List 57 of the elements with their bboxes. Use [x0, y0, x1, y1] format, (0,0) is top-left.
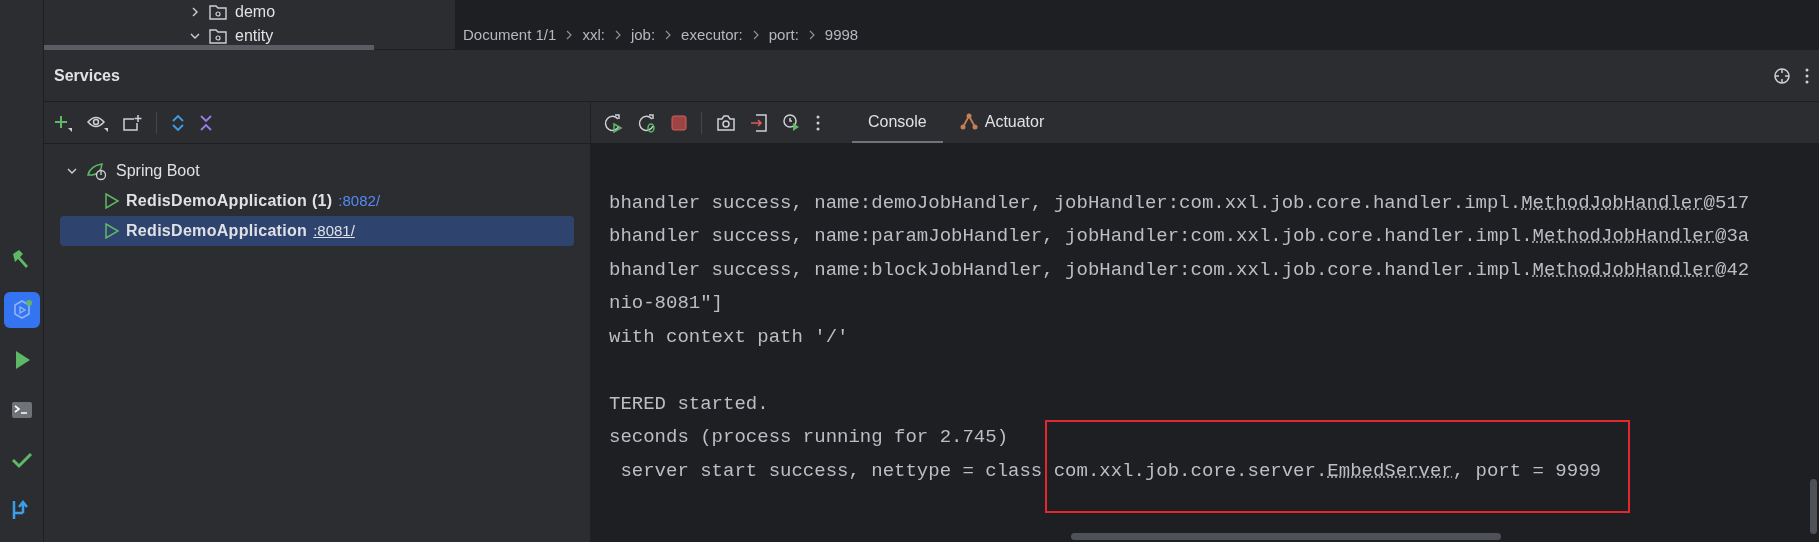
- tool-button[interactable]: [3, 292, 40, 328]
- exit-icon[interactable]: [750, 112, 768, 133]
- stop-icon[interactable]: [671, 114, 687, 131]
- class-link[interactable]: MethodJobHandler: [1532, 258, 1715, 281]
- tree-item[interactable]: Spring Boot: [116, 159, 200, 183]
- debug-icon[interactable]: [637, 112, 657, 133]
- breadcrumb-item[interactable]: 9998: [824, 24, 859, 47]
- console-line: bhandler success, name:demoJobHandler, jobHandler:com.xxl.job.core.handler.impl.MethodJobHandler@517: [609, 190, 1750, 216]
- actuator-icon: [958, 112, 979, 131]
- class-link[interactable]: MethodJobHandler: [1532, 225, 1715, 247]
- port-link[interactable]: :8082/: [338, 189, 381, 213]
- separator-icon: [808, 30, 815, 41]
- tab[interactable]: Console: [852, 102, 943, 143]
- app-name: RedisDemoApplication (1): [126, 191, 333, 211]
- add-icon[interactable]: [54, 113, 72, 132]
- leaf-power-icon: [86, 161, 108, 181]
- locate-icon[interactable]: [1773, 66, 1791, 85]
- collapse-all-icon[interactable]: [199, 113, 213, 132]
- app-name: RedisDemoApplication: [126, 221, 308, 241]
- console-line: seconds (process running for 2.745): [609, 425, 1009, 450]
- class-link[interactable]: EmbedServer: [1327, 459, 1453, 482]
- scrollbar[interactable]: [1810, 479, 1817, 534]
- port-link[interactable]: :8081/: [313, 219, 355, 243]
- breadcrumb-item[interactable]: xxl:: [582, 24, 605, 47]
- more-icon[interactable]: [1805, 67, 1809, 84]
- console-line: server start success, nettype = class com.xxl.job.core.server.EmbedServer, port = 9999: [619, 458, 1601, 484]
- rerun-icon[interactable]: [603, 112, 623, 133]
- folder-icon: [209, 4, 227, 20]
- folder-icon: [209, 28, 227, 44]
- run-icon: [104, 193, 120, 209]
- console-line: with context path '/': [609, 324, 849, 350]
- console-line: nio-8081"]: [609, 291, 724, 316]
- new-tab-icon[interactable]: [122, 113, 142, 132]
- more-icon[interactable]: [816, 114, 820, 131]
- scrollbar[interactable]: [44, 45, 374, 50]
- camera-icon[interactable]: [716, 113, 736, 132]
- console-line: bhandler success, name:paramJobHandler, jobHandler:com.xxl.job.core.handler.impl.MethodJobHandler@3a: [609, 224, 1750, 249]
- expand-all-icon[interactable]: [171, 113, 185, 132]
- separator-icon: [614, 30, 621, 41]
- console-line: TERED started.: [609, 391, 769, 417]
- separator-icon: [665, 30, 672, 41]
- separator-icon: [752, 30, 759, 41]
- run-icon: [104, 223, 120, 239]
- tab[interactable]: Actuator: [942, 102, 1061, 143]
- tree-item[interactable]: entity: [235, 24, 274, 48]
- class-link[interactable]: MethodJobHandler: [1521, 191, 1704, 214]
- breadcrumb-item[interactable]: Document 1/1: [463, 24, 557, 47]
- tree-row[interactable]: RedisDemoApplication :8081/: [60, 216, 574, 246]
- separator-icon: [566, 30, 573, 41]
- breadcrumb-item[interactable]: executor:: [681, 24, 743, 47]
- tree-item[interactable]: demo: [235, 0, 276, 24]
- tree-row[interactable]: RedisDemoApplication (1) :8082/: [60, 186, 574, 216]
- panel-title: Services: [54, 65, 120, 86]
- console-line: bhandler success, name:blockJobHandler, jobHandler:com.xxl.job.core.handler.impl.MethodJobHandler@42: [609, 257, 1750, 283]
- breadcrumb-item[interactable]: port:: [768, 24, 799, 47]
- breadcrumb-item[interactable]: job:: [630, 24, 656, 47]
- scrollbar[interactable]: [1071, 533, 1501, 540]
